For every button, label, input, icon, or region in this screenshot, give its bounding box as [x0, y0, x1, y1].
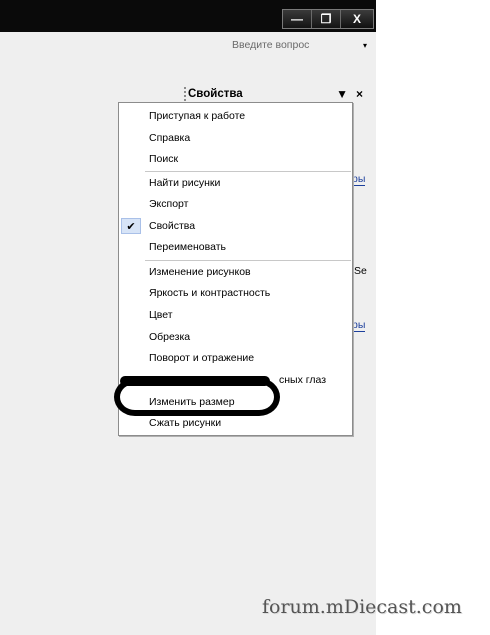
chevron-down-icon[interactable]: ▾: [363, 41, 367, 50]
task-pane-title: Свойства: [188, 88, 243, 100]
background-text: Se: [354, 265, 367, 277]
background-link[interactable]: ры: [352, 174, 366, 186]
menu-separator: [145, 171, 351, 172]
checkmark-icon: ✔: [121, 218, 141, 234]
menu-item-color[interactable]: Цвет: [119, 305, 352, 325]
menu-item-edit-pictures[interactable]: Изменение рисунков: [119, 262, 352, 282]
window-controls: — ❐ X: [282, 9, 374, 29]
menu-item-rotate-flip[interactable]: Поворот и отражение: [119, 348, 352, 368]
close-icon[interactable]: X: [341, 10, 373, 28]
minimize-icon[interactable]: —: [283, 10, 312, 28]
menu-item-export[interactable]: Экспорт: [119, 194, 352, 214]
menu-item-brightness-contrast[interactable]: Яркость и контрастность: [119, 283, 352, 303]
menu-item-search[interactable]: Поиск: [119, 149, 352, 169]
dropdown-arrow-icon[interactable]: ▼: [336, 87, 352, 101]
task-pane-close-icon[interactable]: ×: [356, 87, 363, 101]
watermark: forum.mDiecast.com: [262, 596, 462, 618]
menu-item-crop[interactable]: Обрезка: [119, 327, 352, 347]
menu-item-find-pictures[interactable]: Найти рисунки: [119, 173, 352, 193]
menu-item-rename[interactable]: Переименовать: [119, 237, 352, 257]
task-pane-header[interactable]: Свойства ▼: [188, 86, 352, 102]
help-question-input[interactable]: Введите вопрос: [232, 39, 309, 51]
highlight-circle: [114, 378, 280, 416]
menu-item-compress-pictures[interactable]: Сжать рисунки: [119, 413, 352, 433]
title-bar: — ❐ X: [0, 0, 376, 32]
menu-separator: [145, 260, 351, 261]
menu-item-help[interactable]: Справка: [119, 128, 352, 148]
background-link[interactable]: ры: [352, 320, 366, 332]
restore-icon[interactable]: ❐: [312, 10, 341, 28]
menu-item-getting-started[interactable]: Приступая к работе: [119, 106, 352, 126]
menu-item-properties[interactable]: ✔ Свойства: [119, 216, 352, 236]
